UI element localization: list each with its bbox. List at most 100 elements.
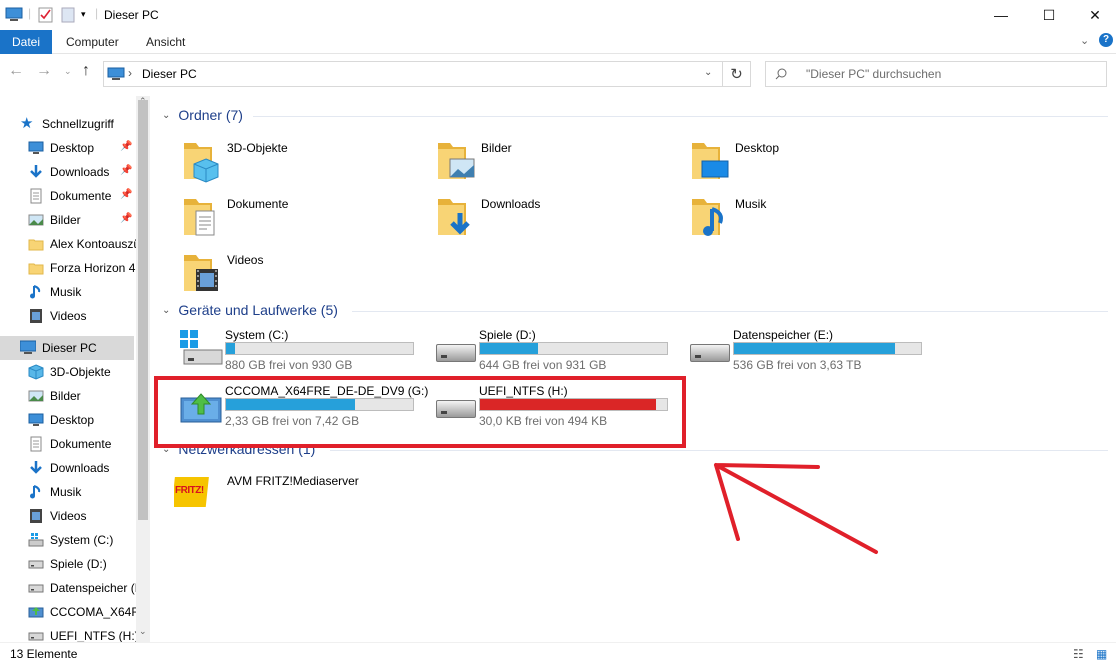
fritz-icon: FRITZ! bbox=[171, 476, 210, 507]
new-folder-icon[interactable] bbox=[61, 7, 75, 23]
folder-item-dokumente[interactable]: Dokumente bbox=[182, 193, 422, 243]
explorer-window: | ▾ | Dieser PC — ☐ ✕ Datei Computer Ans… bbox=[0, 0, 1116, 666]
folder-icon bbox=[184, 143, 219, 183]
recent-locations-dropdown[interactable]: ⌄ bbox=[64, 66, 72, 77]
sidebar-item-videos[interactable]: Videos bbox=[28, 504, 136, 528]
address-bar[interactable]: › Dieser PC ⌄ bbox=[103, 61, 723, 87]
drive-usage-bar bbox=[733, 342, 922, 355]
desktop-icon bbox=[28, 141, 44, 154]
folder-icon bbox=[438, 143, 475, 179]
drive-usage-bar bbox=[225, 342, 414, 355]
status-bar: 13 Elemente ☷ ▦ bbox=[0, 642, 1116, 666]
help-icon[interactable]: ? bbox=[1099, 33, 1113, 47]
download-icon bbox=[30, 165, 42, 178]
window-title: Dieser PC bbox=[104, 8, 159, 22]
drive-item[interactable]: Datenspeicher (E:) 536 GB frei von 3,63 T… bbox=[688, 328, 938, 384]
document-icon bbox=[195, 210, 215, 236]
folder-icon bbox=[184, 199, 215, 236]
folder-item-videos[interactable]: Videos bbox=[182, 249, 422, 299]
folder-icon bbox=[28, 263, 44, 275]
cube-icon bbox=[193, 158, 219, 183]
back-arrow-icon[interactable]: ← bbox=[8, 62, 24, 80]
folder-item-bilder[interactable]: Bilder bbox=[436, 137, 676, 187]
desktop-icon bbox=[701, 160, 729, 178]
minimize-button[interactable]: — bbox=[978, 0, 1024, 30]
navigation-pane: ★ Schnellzugriff Dieser PC 📌 📌 📌 📌 Desktop Do… bbox=[0, 96, 150, 643]
quick-access-toolbar-dropdown[interactable]: ▾ bbox=[81, 9, 86, 20]
drive-icon bbox=[436, 344, 476, 362]
chevron-down-icon: ⌄ bbox=[162, 109, 171, 121]
sidebar-item-system-c-[interactable]: System (C:) bbox=[28, 528, 136, 552]
breadcrumb[interactable]: Dieser PC bbox=[142, 67, 197, 81]
document-icon bbox=[30, 436, 42, 452]
drive-usage-bar bbox=[479, 342, 668, 355]
windows-drive-icon bbox=[180, 330, 223, 365]
scroll-up-arrow[interactable]: ⌃ bbox=[139, 96, 147, 107]
drives-section-header[interactable]: ⌄ Geräte und Laufwerke (5) bbox=[162, 302, 338, 318]
computer-icon bbox=[20, 340, 36, 354]
properties-icon[interactable] bbox=[38, 7, 54, 23]
sidebar-item-spiele-d-[interactable]: Spiele (D:) bbox=[28, 552, 136, 576]
picture-icon bbox=[28, 390, 44, 402]
tab-computer[interactable]: Computer bbox=[56, 30, 129, 54]
item-count: 13 Elemente bbox=[10, 647, 78, 661]
search-input[interactable]: "Dieser PC" durchsuchen bbox=[765, 61, 1107, 87]
folder-icon bbox=[692, 143, 729, 179]
up-arrow-icon[interactable]: ↑ bbox=[82, 62, 90, 80]
title-bar: | ▾ | Dieser PC — ☐ ✕ bbox=[0, 0, 1116, 30]
refresh-button[interactable]: ↻ bbox=[723, 61, 751, 87]
search-icon bbox=[775, 68, 787, 80]
sidebar-item-downloads[interactable]: Downloads bbox=[28, 456, 136, 480]
sidebar-item-bilder[interactable]: Bilder bbox=[28, 384, 136, 408]
highlight-box-annotation bbox=[154, 376, 686, 448]
arrow-annotation bbox=[714, 463, 878, 554]
computer-icon bbox=[107, 67, 125, 80]
drive-icon bbox=[28, 584, 44, 593]
folder-icon bbox=[692, 199, 723, 236]
drive-icon bbox=[28, 560, 44, 569]
search-placeholder: "Dieser PC" durchsuchen bbox=[806, 67, 942, 81]
download-icon bbox=[30, 461, 42, 474]
network-item-fritz-mediaserver[interactable]: FRITZ! AVM FRITZ!Mediaserver bbox=[171, 472, 412, 512]
tab-datei[interactable]: Datei bbox=[0, 30, 52, 54]
folders-section-header[interactable]: ⌄ Ordner (7) bbox=[162, 107, 243, 123]
folder-item-musik[interactable]: Musik bbox=[690, 193, 930, 243]
scroll-down-arrow[interactable]: ⌄ bbox=[139, 626, 147, 637]
ribbon-tabs: Datei Computer Ansicht ⌄ ? bbox=[0, 30, 1116, 54]
video-icon bbox=[196, 269, 218, 291]
forward-arrow-icon[interactable]: → bbox=[36, 62, 52, 80]
address-dropdown[interactable]: ⌄ bbox=[704, 67, 712, 78]
picture-icon bbox=[449, 158, 475, 178]
sidebar-item-datenspeicher-e[interactable]: Datenspeicher (E bbox=[28, 576, 136, 600]
folder-item-downloads[interactable]: Downloads bbox=[436, 193, 676, 243]
tab-ansicht[interactable]: Ansicht bbox=[136, 30, 195, 54]
music-icon bbox=[30, 285, 41, 299]
folder-item-3d-objekte[interactable]: 3D-Objekte bbox=[182, 137, 422, 187]
refresh-icon: ↻ bbox=[730, 66, 743, 83]
document-icon bbox=[30, 188, 42, 204]
desktop-icon bbox=[28, 413, 44, 426]
star-icon: ★ bbox=[20, 115, 34, 132]
picture-icon bbox=[28, 214, 44, 226]
sidebar-item-3d-objekte[interactable]: 3D-Objekte bbox=[28, 360, 136, 384]
drive-icon bbox=[690, 344, 730, 362]
computer-icon bbox=[5, 7, 23, 21]
scrollbar-thumb[interactable] bbox=[138, 100, 148, 520]
folder-item-desktop[interactable]: Desktop bbox=[690, 137, 930, 187]
folder-icon bbox=[28, 239, 44, 251]
chevron-down-icon[interactable]: ⌄ bbox=[1080, 34, 1089, 47]
tiles-view-icon[interactable]: ▦ bbox=[1096, 647, 1107, 661]
maximize-button[interactable]: ☐ bbox=[1026, 0, 1072, 30]
music-icon bbox=[30, 485, 41, 499]
sidebar-item-dokumente[interactable]: Dokumente bbox=[28, 432, 136, 456]
folder-icon bbox=[438, 199, 470, 235]
sidebar-item-desktop[interactable]: Desktop bbox=[28, 408, 136, 432]
sidebar-item-musik[interactable]: Musik bbox=[28, 480, 136, 504]
dvd-drive-icon bbox=[28, 607, 44, 618]
chevron-down-icon: ⌄ bbox=[162, 304, 171, 316]
windows-drive-icon bbox=[28, 533, 44, 547]
sidebar-item-cccoma-x64ff[interactable]: CCCOMA_X64FF bbox=[28, 600, 136, 624]
close-button[interactable]: ✕ bbox=[1072, 0, 1116, 30]
video-icon bbox=[30, 309, 42, 323]
details-view-icon[interactable]: ☷ bbox=[1073, 647, 1084, 661]
